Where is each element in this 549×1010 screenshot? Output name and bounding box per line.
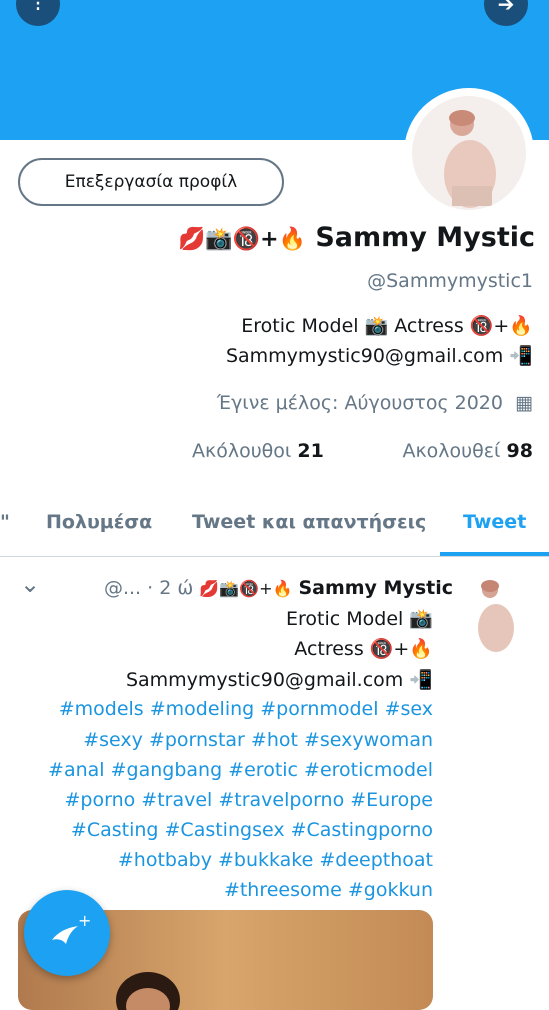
tweet-meta: @... · 2 ώ <box>103 577 194 599</box>
tweet-hashtags-line[interactable]: #porno #travel #travelporno #Europe <box>64 789 433 811</box>
tweet-author-name: Sammy Mystic <box>298 577 453 599</box>
tab-tweets[interactable]: Tweet <box>463 511 526 533</box>
followers-stat[interactable]: Ακόλουθοι 21 <box>192 440 324 462</box>
followers-count: 21 <box>297 440 324 462</box>
tabs-divider <box>0 556 549 557</box>
profile-name: 💋📸🔞+🔥 Sammy Mystic <box>178 222 535 253</box>
arrow-right-icon: ➔ <box>497 0 515 16</box>
following-label: Ακολουθεί <box>402 440 501 462</box>
edit-profile-label: Επεξεργασία προφίλ <box>64 172 238 192</box>
tweet-hashtags-line[interactable]: #Casting #Castingsex #Castingporno <box>71 819 433 841</box>
tweet-hashtags-line[interactable]: #sexy #pornstar #hot #sexywoman <box>83 729 433 751</box>
tab-likes[interactable]: " <box>0 511 10 533</box>
tweet-avatar[interactable] <box>466 574 526 658</box>
calendar-icon: ▦ <box>515 392 533 414</box>
tweet-text-line: Actress 🔞+🔥 <box>294 638 433 660</box>
tweet-hashtags-line[interactable]: #anal #gangbang #erotic #eroticmodel <box>48 759 433 781</box>
tweet-text-line: Erotic Model 📸 <box>286 608 433 630</box>
profile-handle: @Sammymystic1 <box>367 270 533 292</box>
tweet-chevron-icon[interactable]: ⌄ <box>20 570 40 598</box>
tweet-hashtags-line[interactable]: #hotbaby #bukkake #deepthoat <box>118 849 433 871</box>
profile-avatar[interactable] <box>404 88 534 218</box>
active-tab-indicator <box>440 552 549 556</box>
following-count: 98 <box>506 440 533 462</box>
profile-bio-line-2[interactable]: Sammymystic90@gmail.com 📲 <box>226 344 533 367</box>
followers-label: Ακόλουθοι <box>192 440 292 462</box>
tab-media[interactable]: Πολυμέσα <box>46 511 152 533</box>
tweet-hashtags-line[interactable]: #models #modeling #pornmodel #sex <box>59 698 433 720</box>
compose-tweet-icon: + <box>52 911 90 944</box>
more-vertical-icon: ⁝ <box>34 0 42 17</box>
avatar-photo <box>412 96 526 210</box>
profile-bio-line-1: Erotic Model 📸 Actress 🔞+🔥 <box>241 315 533 337</box>
following-stat[interactable]: Ακολουθεί 98 <box>402 440 533 462</box>
tweet-author-emojis: 💋📸🔞+🔥 <box>199 579 293 598</box>
tweet-header: @... · 2 ώ 💋📸🔞+🔥 Sammy Mystic <box>104 577 453 599</box>
profile-joined: Έγινε μέλος: Αύγουστος 2020 ▦ <box>217 392 533 414</box>
svg-text:+: + <box>78 911 90 930</box>
edit-profile-button[interactable]: Επεξεργασία προφίλ <box>18 158 284 206</box>
joined-text: Έγινε μέλος: Αύγουστος 2020 <box>216 392 503 414</box>
tweet-hashtags-line[interactable]: #threesome #gokkun <box>224 879 433 901</box>
tab-tweets-and-replies[interactable]: Tweet και απαντήσεις <box>192 511 426 533</box>
profile-name-emojis: 💋📸🔞+🔥 <box>177 227 306 252</box>
tweet-text-line[interactable]: Sammymystic90@gmail.com 📲 <box>126 668 433 691</box>
profile-name-text: Sammy Mystic <box>315 222 535 253</box>
compose-tweet-button[interactable]: + <box>24 890 110 976</box>
